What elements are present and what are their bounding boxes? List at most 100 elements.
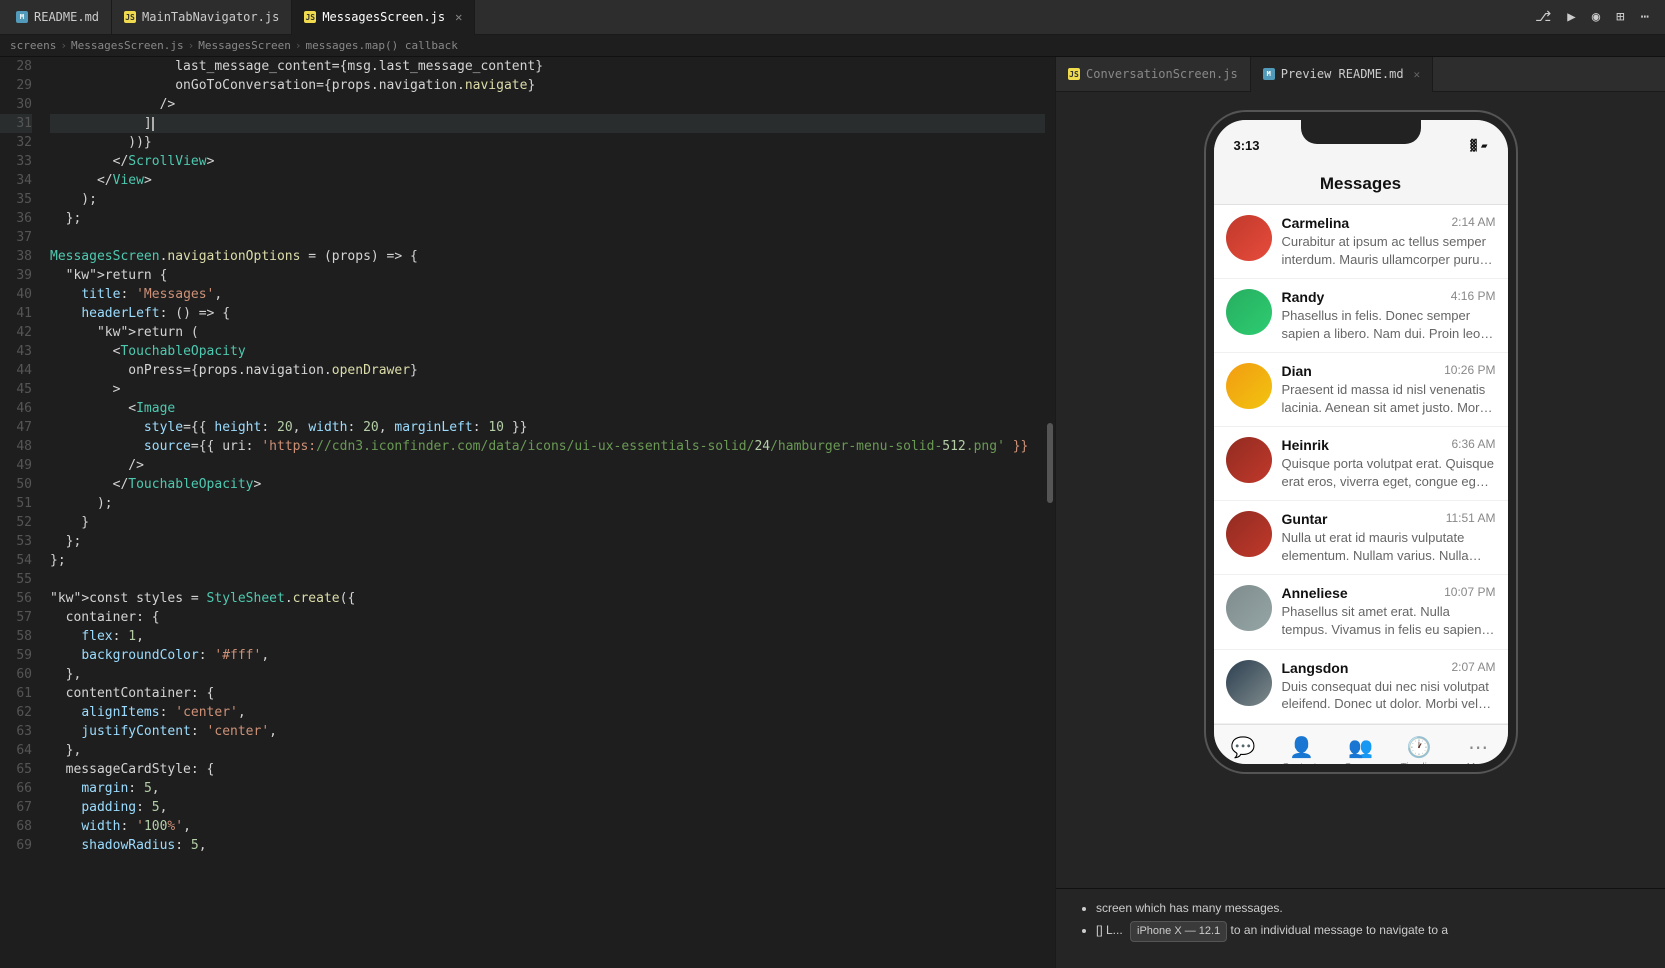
- nav-item-1[interactable]: 👤Contacts: [1272, 735, 1331, 772]
- message-item-2[interactable]: Dian 10:26 PM Praesent id massa id nisl ve…: [1214, 353, 1508, 427]
- nav-label-1: Contacts: [1282, 762, 1321, 772]
- preview-action[interactable]: ◉: [1588, 7, 1604, 27]
- nav-item-0[interactable]: 💬ages: [1214, 735, 1273, 772]
- message-item-4[interactable]: Guntar11:51 AMNulla ut erat id mauris vu…: [1214, 501, 1508, 575]
- breadcrumb-screens: screens: [10, 39, 56, 52]
- msg-name-1: Randy: [1282, 289, 1325, 305]
- tab-messages-close[interactable]: ✕: [455, 10, 462, 24]
- bottom-panel: screen which has many messages. [] L... …: [1056, 888, 1665, 968]
- tab-conversation[interactable]: JS ConversationScreen.js: [1056, 57, 1251, 92]
- code-line-29: onGoToConversation={props.navigation.nav…: [50, 76, 1045, 95]
- code-line-49: />: [50, 456, 1045, 475]
- code-line-36: };: [50, 209, 1045, 228]
- avatar-6: [1226, 660, 1272, 706]
- phone-body: Carmelina2:14 AMCurabitur at ipsum ac te…: [1214, 205, 1508, 724]
- scrollbar-thumb: [1047, 423, 1053, 503]
- code-line-37: [50, 228, 1045, 247]
- code-line-56: "kw">const styles = StyleSheet.create({: [50, 589, 1045, 608]
- code-line-62: alignItems: 'center',: [50, 703, 1045, 722]
- code-line-46: <Image: [50, 399, 1045, 418]
- code-line-60: },: [50, 665, 1045, 684]
- tab-messages[interactable]: JS MessagesScreen.js ✕: [292, 0, 475, 35]
- msg-preview-6: Duis consequat dui nec nisi volutpat ele…: [1282, 678, 1496, 713]
- nav-item-2[interactable]: 👥Groups: [1331, 735, 1390, 772]
- msg-time-1: 4:16 PM: [1451, 289, 1496, 305]
- right-panel: JS ConversationScreen.js M Preview READM…: [1055, 57, 1665, 968]
- line-numbers: 2829303132333435363738394041424344454647…: [0, 57, 42, 968]
- code-line-58: flex: 1,: [50, 627, 1045, 646]
- msg-preview-1: Phasellus in felis. Donec semper sapien …: [1282, 307, 1496, 342]
- device-badge: iPhone X — 12.1: [1130, 921, 1227, 942]
- editor-scrollbar[interactable]: [1045, 57, 1055, 968]
- code-line-51: );: [50, 494, 1045, 513]
- breadcrumb-method: messages.map() callback: [306, 39, 458, 52]
- code-line-53: };: [50, 532, 1045, 551]
- tab-readme[interactable]: M README.md: [4, 0, 112, 35]
- code-content: 2829303132333435363738394041424344454647…: [0, 57, 1055, 968]
- code-line-28: last_message_content={msg.last_message_c…: [50, 57, 1045, 76]
- code-line-32: ))}: [50, 133, 1045, 152]
- msg-preview-5: Phasellus sit amet erat. Nulla tempus. V…: [1282, 603, 1496, 638]
- play-action[interactable]: ▶: [1563, 7, 1579, 27]
- avatar-0: [1226, 215, 1272, 261]
- nav-label-0: ages: [1232, 762, 1254, 772]
- msg-preview-2: Praesent id massa id nisl venenatis laci…: [1282, 381, 1496, 416]
- tab-bar-actions: ⎇ ▶ ◉ ⊞ ⋯: [1531, 7, 1661, 27]
- avatar-3: [1226, 437, 1272, 483]
- battery-icon: ▰: [1481, 139, 1488, 152]
- nav-label-4: More: [1467, 762, 1490, 772]
- msg-time-5: 10:07 PM: [1444, 585, 1495, 601]
- code-line-69: shadowRadius: 5,: [50, 836, 1045, 855]
- code-line-35: );: [50, 190, 1045, 209]
- message-item-5[interactable]: Anneliese 10:07 PM Phasellus sit amet erat…: [1214, 575, 1508, 649]
- code-line-44: onPress={props.navigation.openDrawer}: [50, 361, 1045, 380]
- code-line-52: }: [50, 513, 1045, 532]
- nav-icon-3: 🕐: [1407, 735, 1432, 760]
- code-editor[interactable]: 2829303132333435363738394041424344454647…: [0, 57, 1055, 968]
- maintab-icon: JS: [124, 11, 136, 23]
- avatar-2: [1226, 363, 1272, 409]
- tab-maintab[interactable]: JS MainTabNavigator.js: [112, 0, 292, 35]
- code-line-63: justifyContent: 'center',: [50, 722, 1045, 741]
- phone-wrapper: 3:13 ▓ ▰ Messages Carmelina2:14 AMCurabi…: [1056, 92, 1665, 888]
- msg-name-2: Dian: [1282, 363, 1312, 379]
- nav-label-3: Timeline: [1401, 762, 1438, 772]
- tab-preview-readme[interactable]: M Preview README.md ✕: [1251, 57, 1433, 92]
- code-line-54: };: [50, 551, 1045, 570]
- phone-notch: [1301, 120, 1421, 144]
- code-line-67: padding: 5,: [50, 798, 1045, 817]
- settings-action[interactable]: ⋯: [1637, 7, 1653, 27]
- preview-readme-close[interactable]: ✕: [1414, 68, 1421, 81]
- nav-label-2: Groups: [1344, 762, 1377, 772]
- tab-bar: M README.md JS MainTabNavigator.js JS Me…: [0, 0, 1665, 35]
- code-line-65: messageCardStyle: {: [50, 760, 1045, 779]
- split-action[interactable]: ⊞: [1612, 7, 1628, 27]
- avatar-1: [1226, 289, 1272, 335]
- msg-name-4: Guntar: [1282, 511, 1328, 527]
- phone-time: 3:13: [1234, 138, 1260, 153]
- breadcrumb: screens › MessagesScreen.js › MessagesSc…: [0, 35, 1665, 57]
- bullet-1: screen which has many messages.: [1096, 899, 1645, 917]
- message-item-6[interactable]: Langsdon2:07 AMDuis consequat dui nec ni…: [1214, 650, 1508, 724]
- msg-preview-3: Quisque porta volutpat erat. Quisque era…: [1282, 455, 1496, 490]
- code-lines[interactable]: last_message_content={msg.last_message_c…: [42, 57, 1045, 968]
- conversation-tab-icon: JS: [1068, 68, 1080, 80]
- code-line-31: ]: [50, 114, 1045, 133]
- nav-item-4[interactable]: ⋯More: [1449, 735, 1508, 772]
- conversation-tab-label: ConversationScreen.js: [1086, 67, 1238, 81]
- tab-readme-label: README.md: [34, 10, 99, 24]
- msg-time-4: 11:51 AM: [1446, 511, 1496, 527]
- message-item-0[interactable]: Carmelina2:14 AMCurabitur at ipsum ac te…: [1214, 205, 1508, 279]
- phone-header: Messages: [1214, 170, 1508, 205]
- phone-notch-area: 3:13 ▓ ▰: [1214, 120, 1508, 170]
- msg-time-2: 10:26 PM: [1444, 363, 1495, 379]
- message-item-1[interactable]: Randy 4:16 PM Phasellus in felis. Donec se…: [1214, 279, 1508, 353]
- message-item-3[interactable]: Heinrik6:36 AMQuisque porta volutpat era…: [1214, 427, 1508, 501]
- phone-frame: 3:13 ▓ ▰ Messages Carmelina2:14 AMCurabi…: [1206, 112, 1516, 772]
- avatar-5: [1226, 585, 1272, 631]
- branch-action[interactable]: ⎇: [1531, 7, 1555, 27]
- msg-name-5: Anneliese: [1282, 585, 1348, 601]
- nav-item-3[interactable]: 🕐 Timeline: [1390, 735, 1449, 772]
- bullet-2: [] L... iPhone X — 12.1 to an individual…: [1096, 921, 1645, 942]
- messages-icon: JS: [304, 11, 316, 23]
